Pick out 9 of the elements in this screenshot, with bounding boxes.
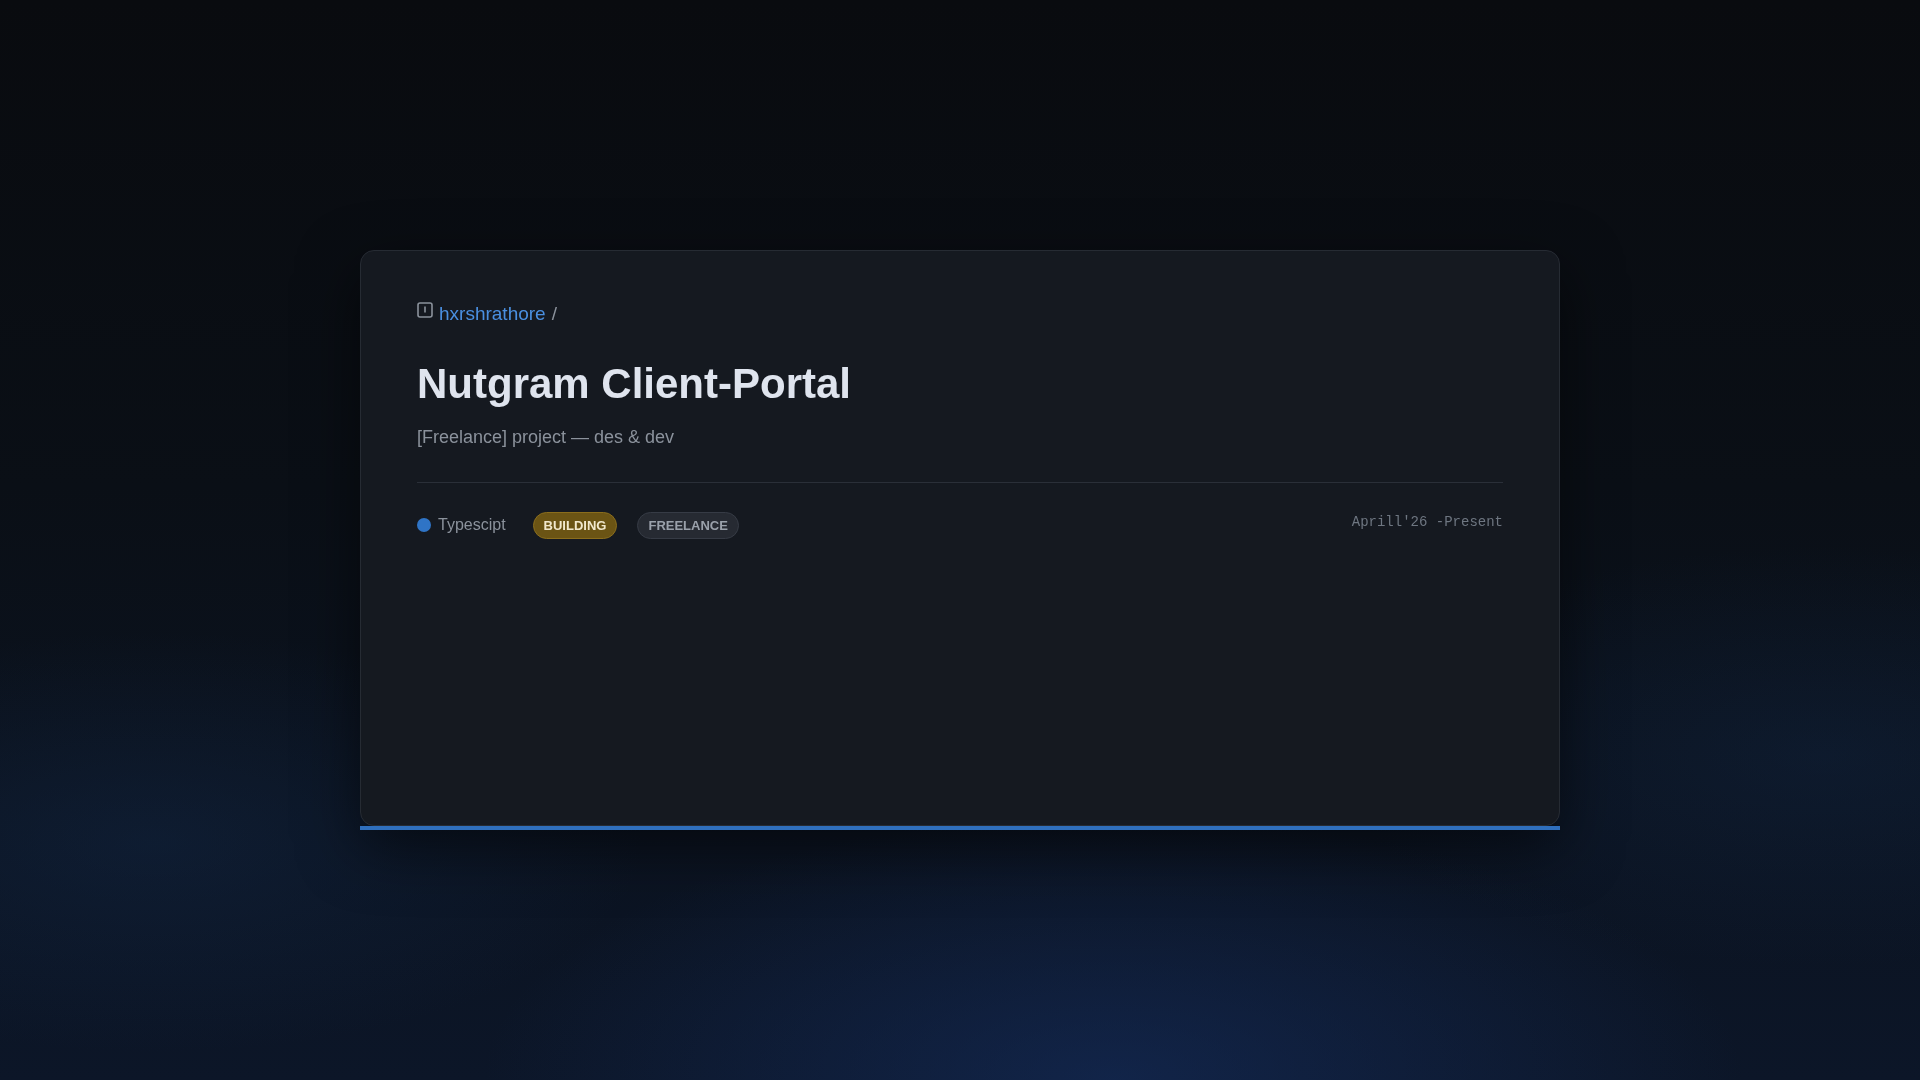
project-period: Aprill'26 -Present [1351, 514, 1503, 530]
project-title: Nutgram Client-Portal [417, 359, 852, 409]
category-tag: FREELANCE [637, 511, 739, 539]
language-label: Typescipt [438, 516, 506, 534]
owner-link[interactable]: hxrshrathore [439, 303, 546, 325]
breadcrumb-separator: / [551, 303, 557, 325]
repository-icon [417, 302, 433, 320]
project-description: [Freelance] project — des & dev [417, 426, 675, 449]
status-tag: BUILDING [532, 511, 618, 539]
